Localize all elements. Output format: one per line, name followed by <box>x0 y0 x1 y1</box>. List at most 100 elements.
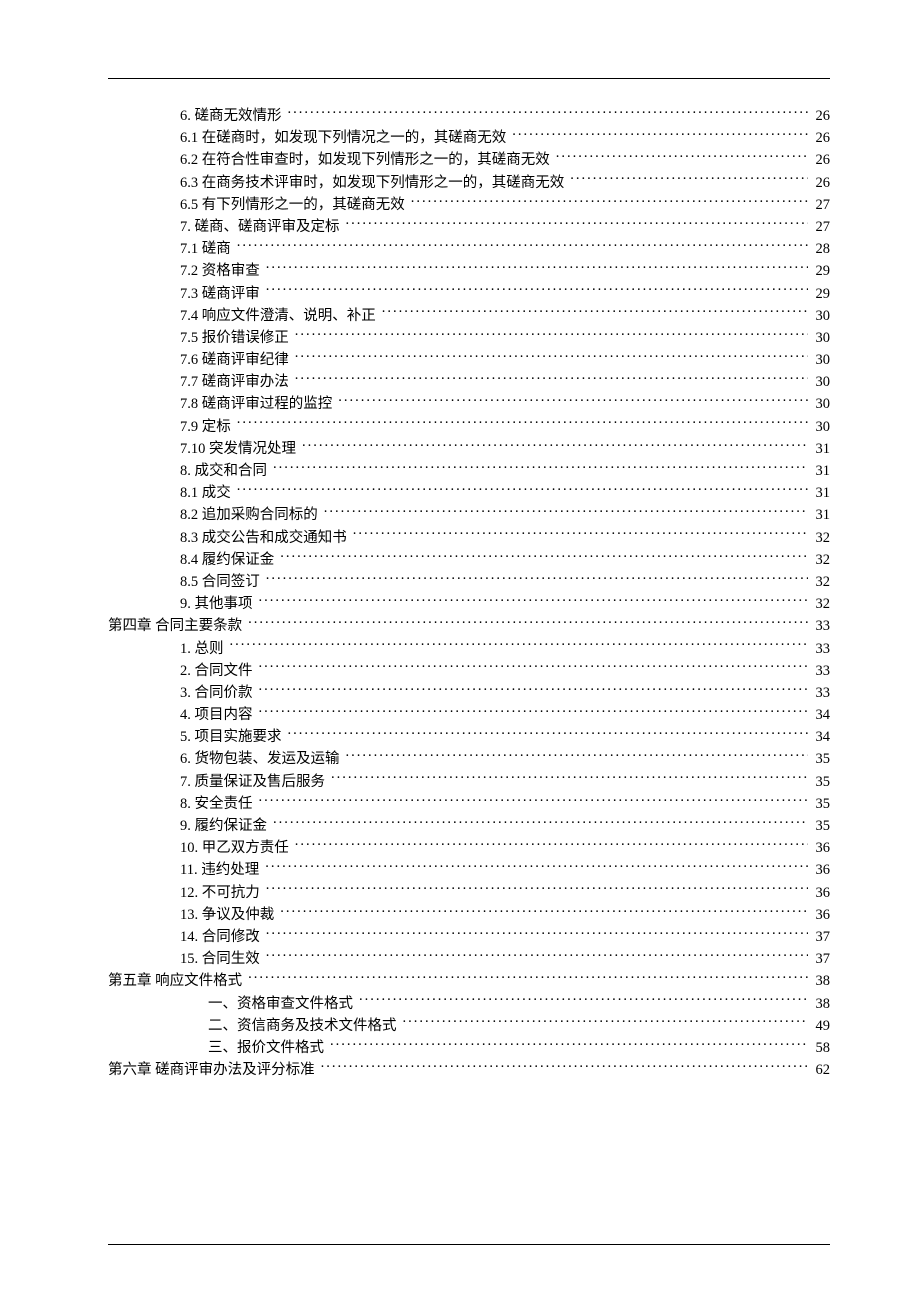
toc-leader-dots <box>295 350 808 365</box>
toc-label: 11. 违约处理 <box>180 859 259 881</box>
toc-label: 9. 其他事项 <box>180 593 253 615</box>
toc-label: 一、资格审查文件格式 <box>208 993 353 1015</box>
toc-page-number: 26 <box>808 149 830 171</box>
toc-entry[interactable]: 6.5 有下列情形之一的，其磋商无效 27 <box>108 194 830 216</box>
toc-entry[interactable]: 9. 履约保证金35 <box>108 815 830 837</box>
toc-label: 7.7 磋商评审办法 <box>180 371 289 393</box>
toc-entry[interactable]: 7.4 响应文件澄清、说明、补正30 <box>108 305 830 327</box>
toc-entry[interactable]: 9. 其他事项 32 <box>108 593 830 615</box>
toc-label: 8. 成交和合同 <box>180 460 267 482</box>
toc-entry[interactable]: 5. 项目实施要求34 <box>108 726 830 748</box>
toc-entry[interactable]: 11. 违约处理36 <box>108 859 830 881</box>
toc-label: 4. 项目内容 <box>180 704 253 726</box>
toc-entry[interactable]: 10. 甲乙双方责任36 <box>108 837 830 859</box>
toc-entry[interactable]: 第六章 磋商评审办法及评分标准62 <box>108 1059 830 1081</box>
toc-entry[interactable]: 8.1 成交31 <box>108 482 830 504</box>
toc-entry[interactable]: 8. 成交和合同31 <box>108 460 830 482</box>
toc-page-number: 62 <box>808 1059 830 1081</box>
toc-page-number: 29 <box>808 283 830 305</box>
toc-leader-dots <box>411 194 808 209</box>
toc-entry[interactable]: 12. 不可抗力36 <box>108 882 830 904</box>
header-rule <box>108 78 830 79</box>
toc-label: 9. 履约保证金 <box>180 815 267 837</box>
toc-leader-dots <box>346 749 809 764</box>
toc-page-number: 33 <box>808 682 830 704</box>
toc-entry[interactable]: 15. 合同生效37 <box>108 948 830 970</box>
toc-label: 二、资信商务及技术文件格式 <box>208 1015 397 1037</box>
toc-page-number: 32 <box>808 527 830 549</box>
toc-page-number: 38 <box>808 970 830 992</box>
toc-label: 7. 质量保证及售后服务 <box>180 771 325 793</box>
toc-entry[interactable]: 一、资格审查文件格式38 <box>108 993 830 1015</box>
toc-leader-dots <box>321 1060 808 1075</box>
toc-leader-dots <box>266 949 808 964</box>
toc-label: 10. 甲乙双方责任 <box>180 837 289 859</box>
toc-entry[interactable]: 第五章 响应文件格式 38 <box>108 970 830 992</box>
toc-entry[interactable]: 8.3 成交公告和成交通知书32 <box>108 527 830 549</box>
toc-leader-dots <box>230 638 809 653</box>
toc-label: 6.3 在商务技术评审时，如发现下列情形之一的，其磋商无效 <box>180 172 564 194</box>
toc-leader-dots <box>331 771 808 786</box>
toc-label: 15. 合同生效 <box>180 948 260 970</box>
toc-leader-dots <box>259 594 809 609</box>
toc-leader-dots <box>237 239 808 254</box>
toc-leader-dots <box>512 128 808 143</box>
toc-entry[interactable]: 6.3 在商务技术评审时，如发现下列情形之一的，其磋商无效26 <box>108 172 830 194</box>
toc-leader-dots <box>237 483 808 498</box>
toc-label: 第五章 响应文件格式 <box>108 970 242 992</box>
toc-label: 6.5 有下列情形之一的，其磋商无效 <box>180 194 405 216</box>
toc-label: 7.6 磋商评审纪律 <box>180 349 289 371</box>
toc-label: 8.4 履约保证金 <box>180 549 274 571</box>
toc-leader-dots <box>288 727 809 742</box>
toc-entry[interactable]: 7.6 磋商评审纪律30 <box>108 349 830 371</box>
toc-page-number: 32 <box>808 593 830 615</box>
toc-label: 14. 合同修改 <box>180 926 260 948</box>
toc-label: 13. 争议及仲裁 <box>180 904 274 926</box>
toc-page-number: 34 <box>808 704 830 726</box>
toc-label: 1. 总则 <box>180 638 224 660</box>
toc-entry[interactable]: 7.8 磋商评审过程的监控30 <box>108 393 830 415</box>
toc-label: 7.4 响应文件澄清、说明、补正 <box>180 305 376 327</box>
toc-leader-dots <box>273 461 808 476</box>
toc-entry[interactable]: 7.3 磋商评审 29 <box>108 283 830 305</box>
toc-entry[interactable]: 三、报价文件格式58 <box>108 1037 830 1059</box>
toc-entry[interactable]: 13. 争议及仲裁36 <box>108 904 830 926</box>
toc-leader-dots <box>382 305 808 320</box>
toc-entry[interactable]: 7. 磋商、磋商评审及定标27 <box>108 216 830 238</box>
toc-label: 8.5 合同签订 <box>180 571 260 593</box>
toc-leader-dots <box>259 682 809 697</box>
toc-entry[interactable]: 8.2 追加采购合同标的31 <box>108 504 830 526</box>
footer-rule <box>108 1244 830 1245</box>
toc-entry[interactable]: 6.2 在符合性审查时，如发现下列情形之一的，其磋商无效26 <box>108 149 830 171</box>
toc-entry[interactable]: 6. 磋商无效情形 26 <box>108 105 830 127</box>
toc-leader-dots <box>280 904 808 919</box>
toc-page-number: 27 <box>808 194 830 216</box>
toc-entry[interactable]: 14. 合同修改37 <box>108 926 830 948</box>
toc-entry[interactable]: 7. 质量保证及售后服务35 <box>108 771 830 793</box>
toc-leader-dots <box>338 394 808 409</box>
toc-entry[interactable]: 4. 项目内容 34 <box>108 704 830 726</box>
toc-label: 3. 合同价款 <box>180 682 253 704</box>
toc-entry[interactable]: 7.2 资格审查29 <box>108 260 830 282</box>
toc-label: 7.3 磋商评审 <box>180 283 260 305</box>
toc-label: 6.1 在磋商时，如发现下列情况之一的，其磋商无效 <box>180 127 506 149</box>
toc-entry[interactable]: 8. 安全责任35 <box>108 793 830 815</box>
toc-entry[interactable]: 7.7 磋商评审办法30 <box>108 371 830 393</box>
toc-entry[interactable]: 1. 总则33 <box>108 638 830 660</box>
toc-entry[interactable]: 7.1 磋商28 <box>108 238 830 260</box>
toc-entry[interactable]: 8.5 合同签订 32 <box>108 571 830 593</box>
toc-entry[interactable]: 7.5 报价错误修正30 <box>108 327 830 349</box>
toc-page-number: 32 <box>808 571 830 593</box>
toc-entry[interactable]: 7.10 突发情况处理31 <box>108 438 830 460</box>
toc-leader-dots <box>288 106 809 121</box>
toc-label: 6. 磋商无效情形 <box>180 105 282 127</box>
toc-entry[interactable]: 第四章 合同主要条款33 <box>108 615 830 637</box>
toc-entry[interactable]: 6.1 在磋商时，如发现下列情况之一的，其磋商无效26 <box>108 127 830 149</box>
toc-entry[interactable]: 二、资信商务及技术文件格式49 <box>108 1015 830 1037</box>
toc-entry[interactable]: 6. 货物包装、发运及运输35 <box>108 748 830 770</box>
toc-page-number: 26 <box>808 105 830 127</box>
toc-entry[interactable]: 3. 合同价款 33 <box>108 682 830 704</box>
toc-entry[interactable]: 2. 合同文件33 <box>108 660 830 682</box>
toc-entry[interactable]: 8.4 履约保证金32 <box>108 549 830 571</box>
toc-entry[interactable]: 7.9 定标30 <box>108 416 830 438</box>
